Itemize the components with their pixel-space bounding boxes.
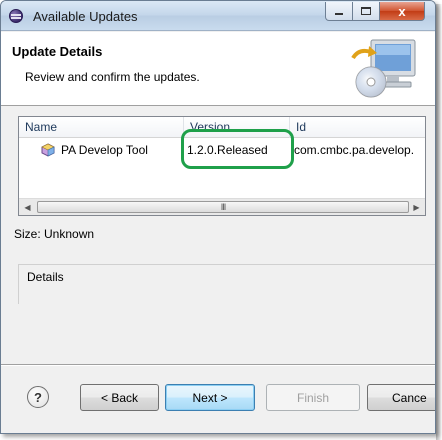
size-label: Size: Unknown — [14, 227, 95, 241]
maximize-icon — [361, 7, 371, 15]
page-description: Review and confirm the updates. — [25, 70, 200, 84]
cell-name: PA Develop Tool — [61, 143, 148, 157]
scrollbar-thumb[interactable]: III — [37, 201, 409, 213]
table-header: Name Version Id — [19, 117, 425, 138]
column-header-version[interactable]: Version — [184, 117, 290, 138]
details-section: Details — [18, 264, 435, 304]
eclipse-app-icon — [9, 9, 23, 23]
column-header-id[interactable]: Id — [290, 117, 425, 138]
details-label: Details — [27, 270, 64, 284]
cancel-button[interactable]: Cance — [367, 384, 435, 411]
finish-button[interactable]: Finish — [266, 384, 360, 411]
column-header-name[interactable]: Name — [19, 117, 184, 138]
button-bar-separator — [1, 364, 435, 366]
horizontal-scrollbar[interactable]: ◀ III ▶ — [19, 198, 425, 215]
help-button[interactable]: ? — [27, 386, 49, 408]
available-updates-dialog: Available Updates x Update Details Revie… — [0, 0, 436, 434]
table-row[interactable]: PA Develop Tool 1.2.0.Released com.cmbc.… — [19, 139, 425, 161]
close-icon: x — [398, 3, 406, 19]
title-bar[interactable]: Available Updates x — [1, 1, 435, 31]
question-mark-icon: ? — [34, 389, 42, 405]
next-button[interactable]: Next > — [165, 384, 255, 411]
scroll-left-icon[interactable]: ◀ — [19, 199, 36, 215]
minimize-icon — [335, 13, 343, 15]
cell-id: com.cmbc.pa.develop. — [294, 143, 415, 157]
close-button[interactable]: x — [379, 2, 425, 21]
cell-version: 1.2.0.Released — [187, 143, 268, 157]
back-button[interactable]: < Back — [80, 384, 159, 411]
updates-table[interactable]: Name Version Id PA Develop Tool 1.2.0.Re… — [18, 116, 426, 216]
header-banner: Update Details Review and confirm the up… — [1, 32, 435, 106]
maximize-button[interactable] — [352, 2, 380, 21]
page-title: Update Details — [12, 44, 103, 59]
window-title: Available Updates — [33, 9, 138, 24]
computer-cd-update-icon — [351, 39, 416, 98]
scroll-right-icon[interactable]: ▶ — [408, 199, 425, 215]
minimize-button[interactable] — [325, 2, 353, 21]
window-shadow — [436, 4, 442, 440]
